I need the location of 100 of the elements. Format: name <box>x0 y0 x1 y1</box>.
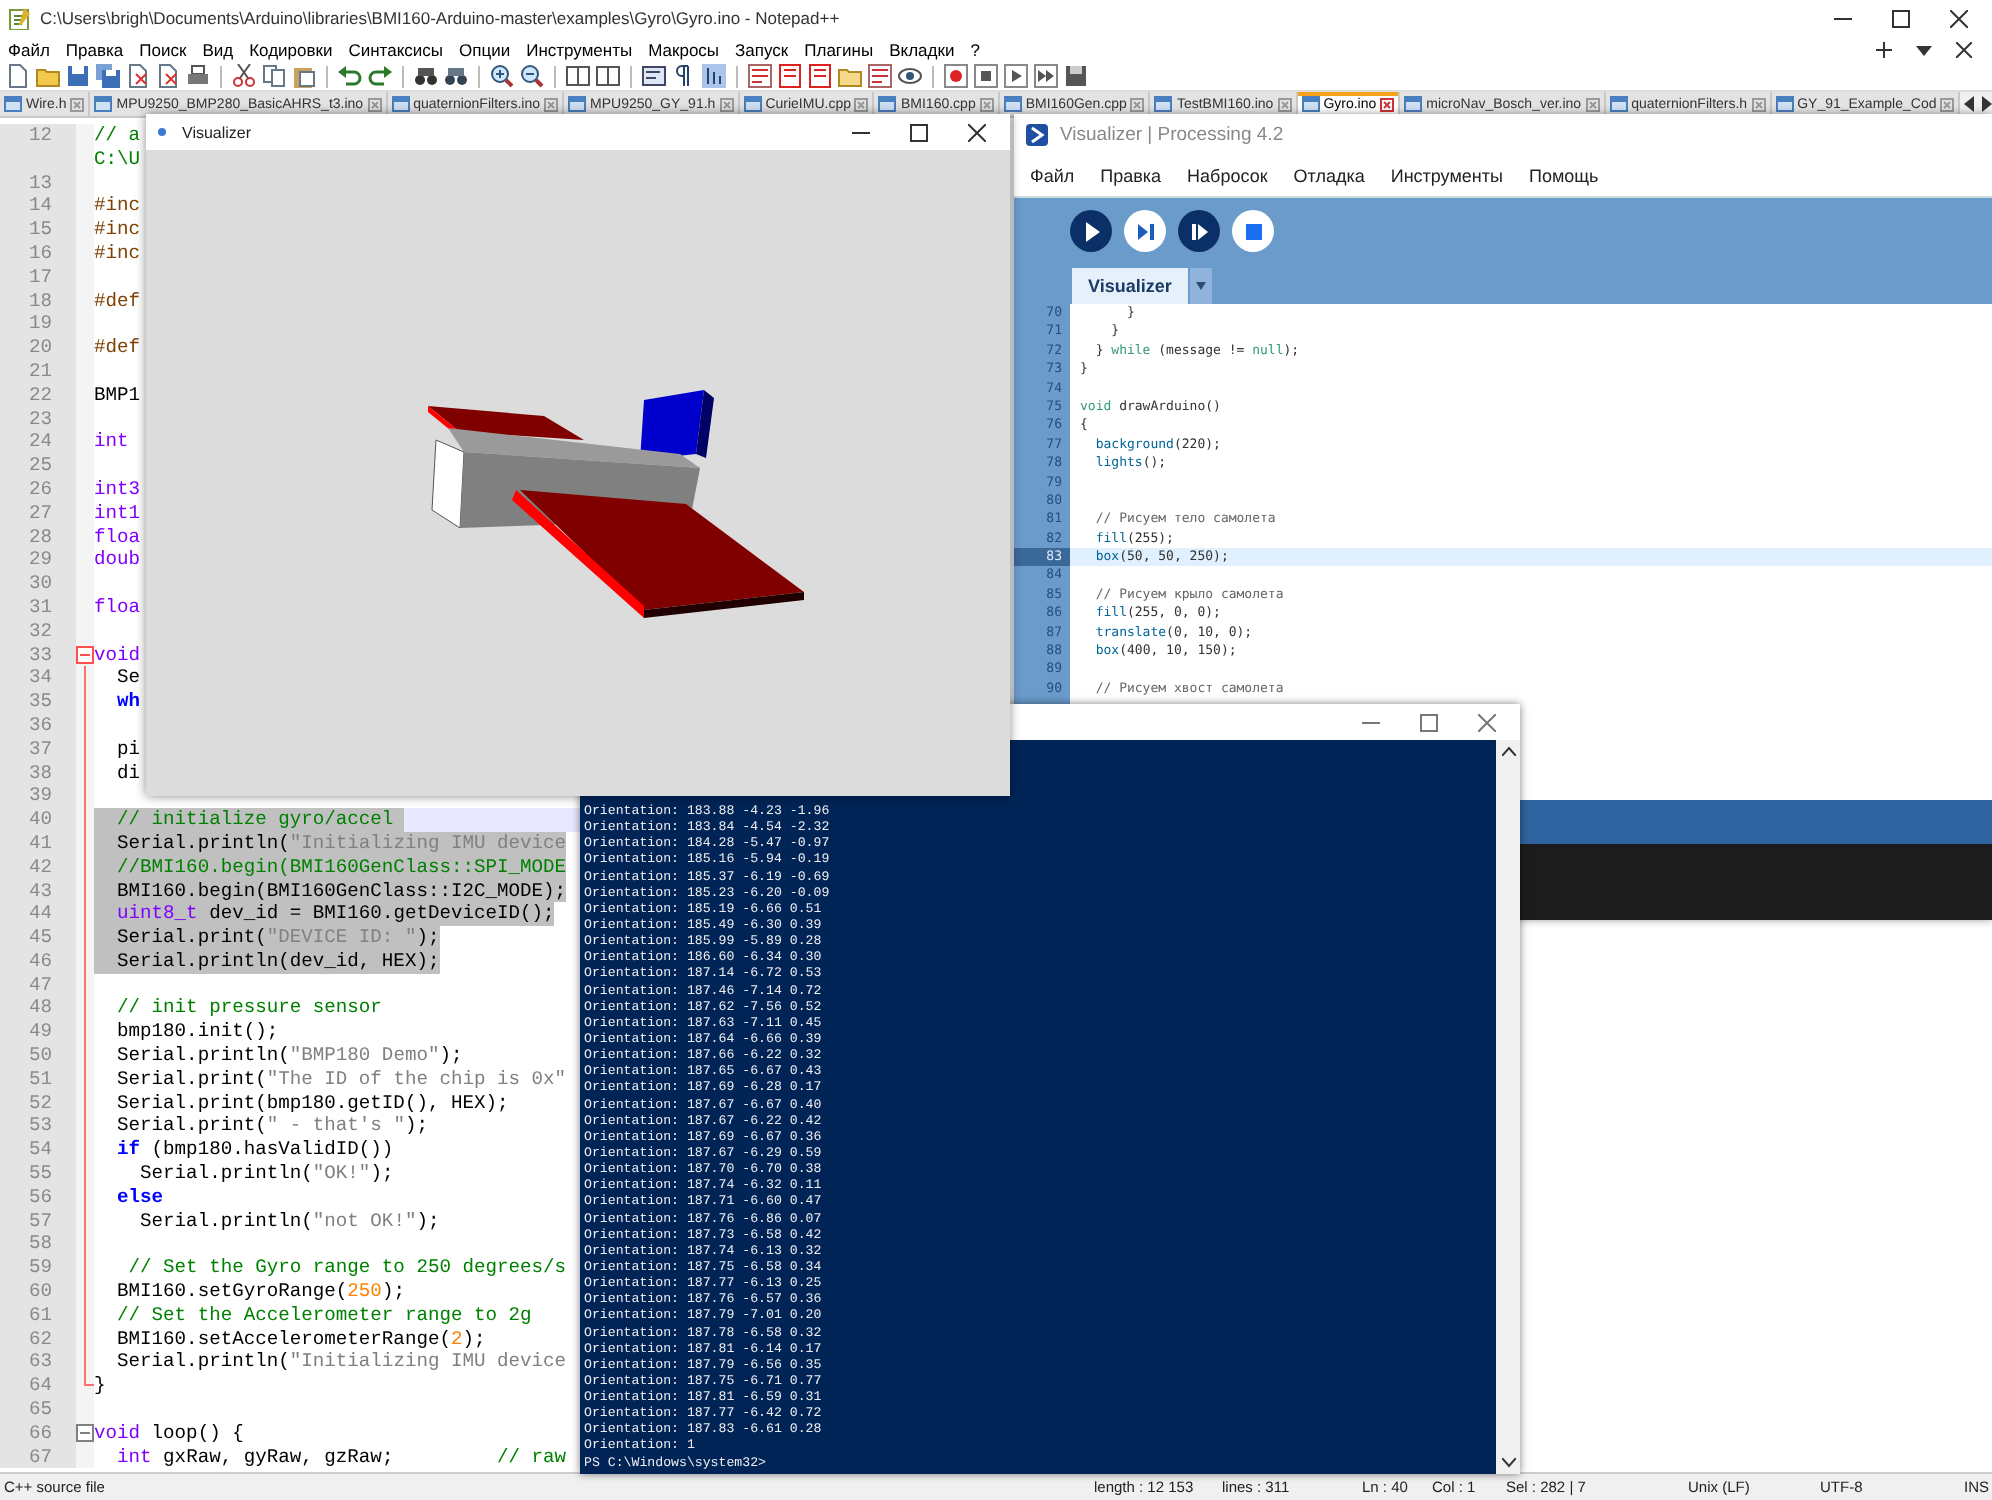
line-number: 15 <box>28 218 52 242</box>
play-icon[interactable] <box>1004 64 1028 88</box>
text-lines-icon[interactable] <box>868 64 892 88</box>
close-tab-icon[interactable] <box>719 97 734 111</box>
document-icon[interactable] <box>6 64 30 88</box>
zoom-out-icon[interactable] <box>520 64 544 88</box>
scissors-icon[interactable] <box>232 64 256 88</box>
stop-icon[interactable] <box>974 64 998 88</box>
close-tab-icon[interactable] <box>1277 97 1292 111</box>
printer-icon[interactable] <box>186 64 210 88</box>
menu-item[interactable]: Файл <box>1030 165 1075 185</box>
step-button[interactable] <box>1124 210 1166 252</box>
menu-item[interactable]: Вид <box>202 39 234 59</box>
menu-item[interactable]: Плагины <box>804 39 874 59</box>
record-icon[interactable] <box>944 64 968 88</box>
menu-item[interactable]: Макросы <box>648 39 720 59</box>
menu-item[interactable]: Опции <box>459 39 511 59</box>
close-tab-icon[interactable] <box>979 97 994 111</box>
close-tab-icon[interactable] <box>1585 97 1600 111</box>
line-number: 28 <box>28 525 52 549</box>
stop-button[interactable] <box>1232 210 1274 252</box>
menu-item[interactable]: Помощь <box>1528 165 1599 185</box>
word-wrap-icon[interactable] <box>642 64 666 88</box>
line-number: 40 <box>28 808 52 832</box>
file-icon <box>878 96 897 112</box>
undo-icon[interactable] <box>338 64 362 88</box>
zoom-in-icon[interactable] <box>490 64 514 88</box>
close-icon[interactable] <box>1956 41 1972 57</box>
binoculars-icon[interactable] <box>444 64 468 88</box>
scroll-right-icon[interactable] <box>1980 96 1992 112</box>
line-number: 24 <box>28 430 52 455</box>
close-icon[interactable] <box>1950 9 1968 27</box>
menu-item[interactable]: Файл <box>8 39 50 59</box>
document-map-icon[interactable] <box>808 64 832 88</box>
text-lines-icon[interactable] <box>748 64 772 88</box>
scroll-up-icon[interactable] <box>1501 746 1515 756</box>
line-number: 47 <box>28 973 52 997</box>
split-view-icon[interactable] <box>566 64 590 88</box>
continue-button[interactable] <box>1178 210 1220 252</box>
close-tab-icon[interactable] <box>1751 97 1766 111</box>
scrollbar[interactable] <box>1496 740 1520 1474</box>
continue-icon <box>1187 219 1211 243</box>
menu-item[interactable]: Запуск <box>735 39 789 59</box>
plus-icon[interactable] <box>1876 41 1892 57</box>
menu-item[interactable]: Синтаксисы <box>348 39 443 59</box>
menu-item[interactable]: Правка <box>65 39 124 59</box>
sketch-tab[interactable]: Visualizer <box>1072 268 1188 304</box>
floppy-disks-icon[interactable] <box>96 64 120 88</box>
caret-down-icon[interactable] <box>1916 41 1932 57</box>
menu-item[interactable]: Кодировки <box>249 39 333 59</box>
binoculars-icon[interactable] <box>414 64 438 88</box>
menu-item[interactable]: Поиск <box>139 39 187 59</box>
eye-icon[interactable] <box>898 64 922 88</box>
redo-icon[interactable] <box>368 64 392 88</box>
file-icon <box>568 96 587 112</box>
close-tab-icon[interactable] <box>1940 97 1955 111</box>
window-title: Visualizer <box>182 123 254 141</box>
document-close-icon[interactable] <box>126 64 150 88</box>
line-number: 52 <box>28 1091 52 1115</box>
close-tab-icon[interactable] <box>1130 97 1145 111</box>
run-button[interactable] <box>1070 210 1112 252</box>
indent-guide-icon[interactable] <box>702 64 726 88</box>
fold-margin <box>76 124 94 148</box>
code-line: di <box>115 761 141 785</box>
line-number: 45 <box>28 926 52 950</box>
file-icon <box>1609 96 1628 112</box>
menu-item[interactable]: Отладка <box>1293 165 1365 185</box>
close-icon[interactable] <box>968 123 986 141</box>
line-number: 49 <box>28 1020 52 1045</box>
line-number: 53 <box>28 1114 52 1139</box>
menu-item[interactable]: Правка <box>1100 165 1162 185</box>
fast-forward-icon[interactable] <box>1034 64 1058 88</box>
close-tab-icon[interactable] <box>544 97 559 111</box>
menu-item[interactable]: Набросок <box>1187 165 1268 185</box>
close-tab-icon[interactable] <box>367 97 382 111</box>
clipboard-icon[interactable] <box>292 64 316 88</box>
folder-icon[interactable] <box>36 64 60 88</box>
code-line: BMP1 <box>94 383 141 408</box>
scroll-down-icon[interactable] <box>1501 1458 1515 1468</box>
document-close-icon[interactable] <box>156 64 180 88</box>
tab-menu-button[interactable] <box>1189 268 1212 304</box>
maximize-icon[interactable] <box>1892 9 1910 27</box>
line-number: 41 <box>28 831 52 856</box>
split-view-icon[interactable] <box>596 64 620 88</box>
folder-icon[interactable] <box>838 64 862 88</box>
menu-item[interactable]: Вкладки <box>889 39 955 59</box>
code-line: void <box>94 643 141 667</box>
line-number: 30 <box>28 572 52 596</box>
line-number: 50 <box>28 1044 52 1068</box>
menu-item[interactable]: Инструменты <box>1390 165 1503 185</box>
document-map-icon[interactable] <box>778 64 802 88</box>
close-tab-icon[interactable] <box>854 97 869 111</box>
menu-item[interactable]: Инструменты <box>526 39 633 59</box>
copy-icon[interactable] <box>262 64 286 88</box>
maximize-icon[interactable] <box>910 123 928 141</box>
code-line: bmp180.init(); <box>115 1020 279 1045</box>
line-number: 12 <box>28 124 52 148</box>
menu-item[interactable]: ? <box>970 39 980 59</box>
line-number: 66 <box>28 1421 52 1446</box>
close-tab-icon[interactable] <box>1380 97 1395 111</box>
